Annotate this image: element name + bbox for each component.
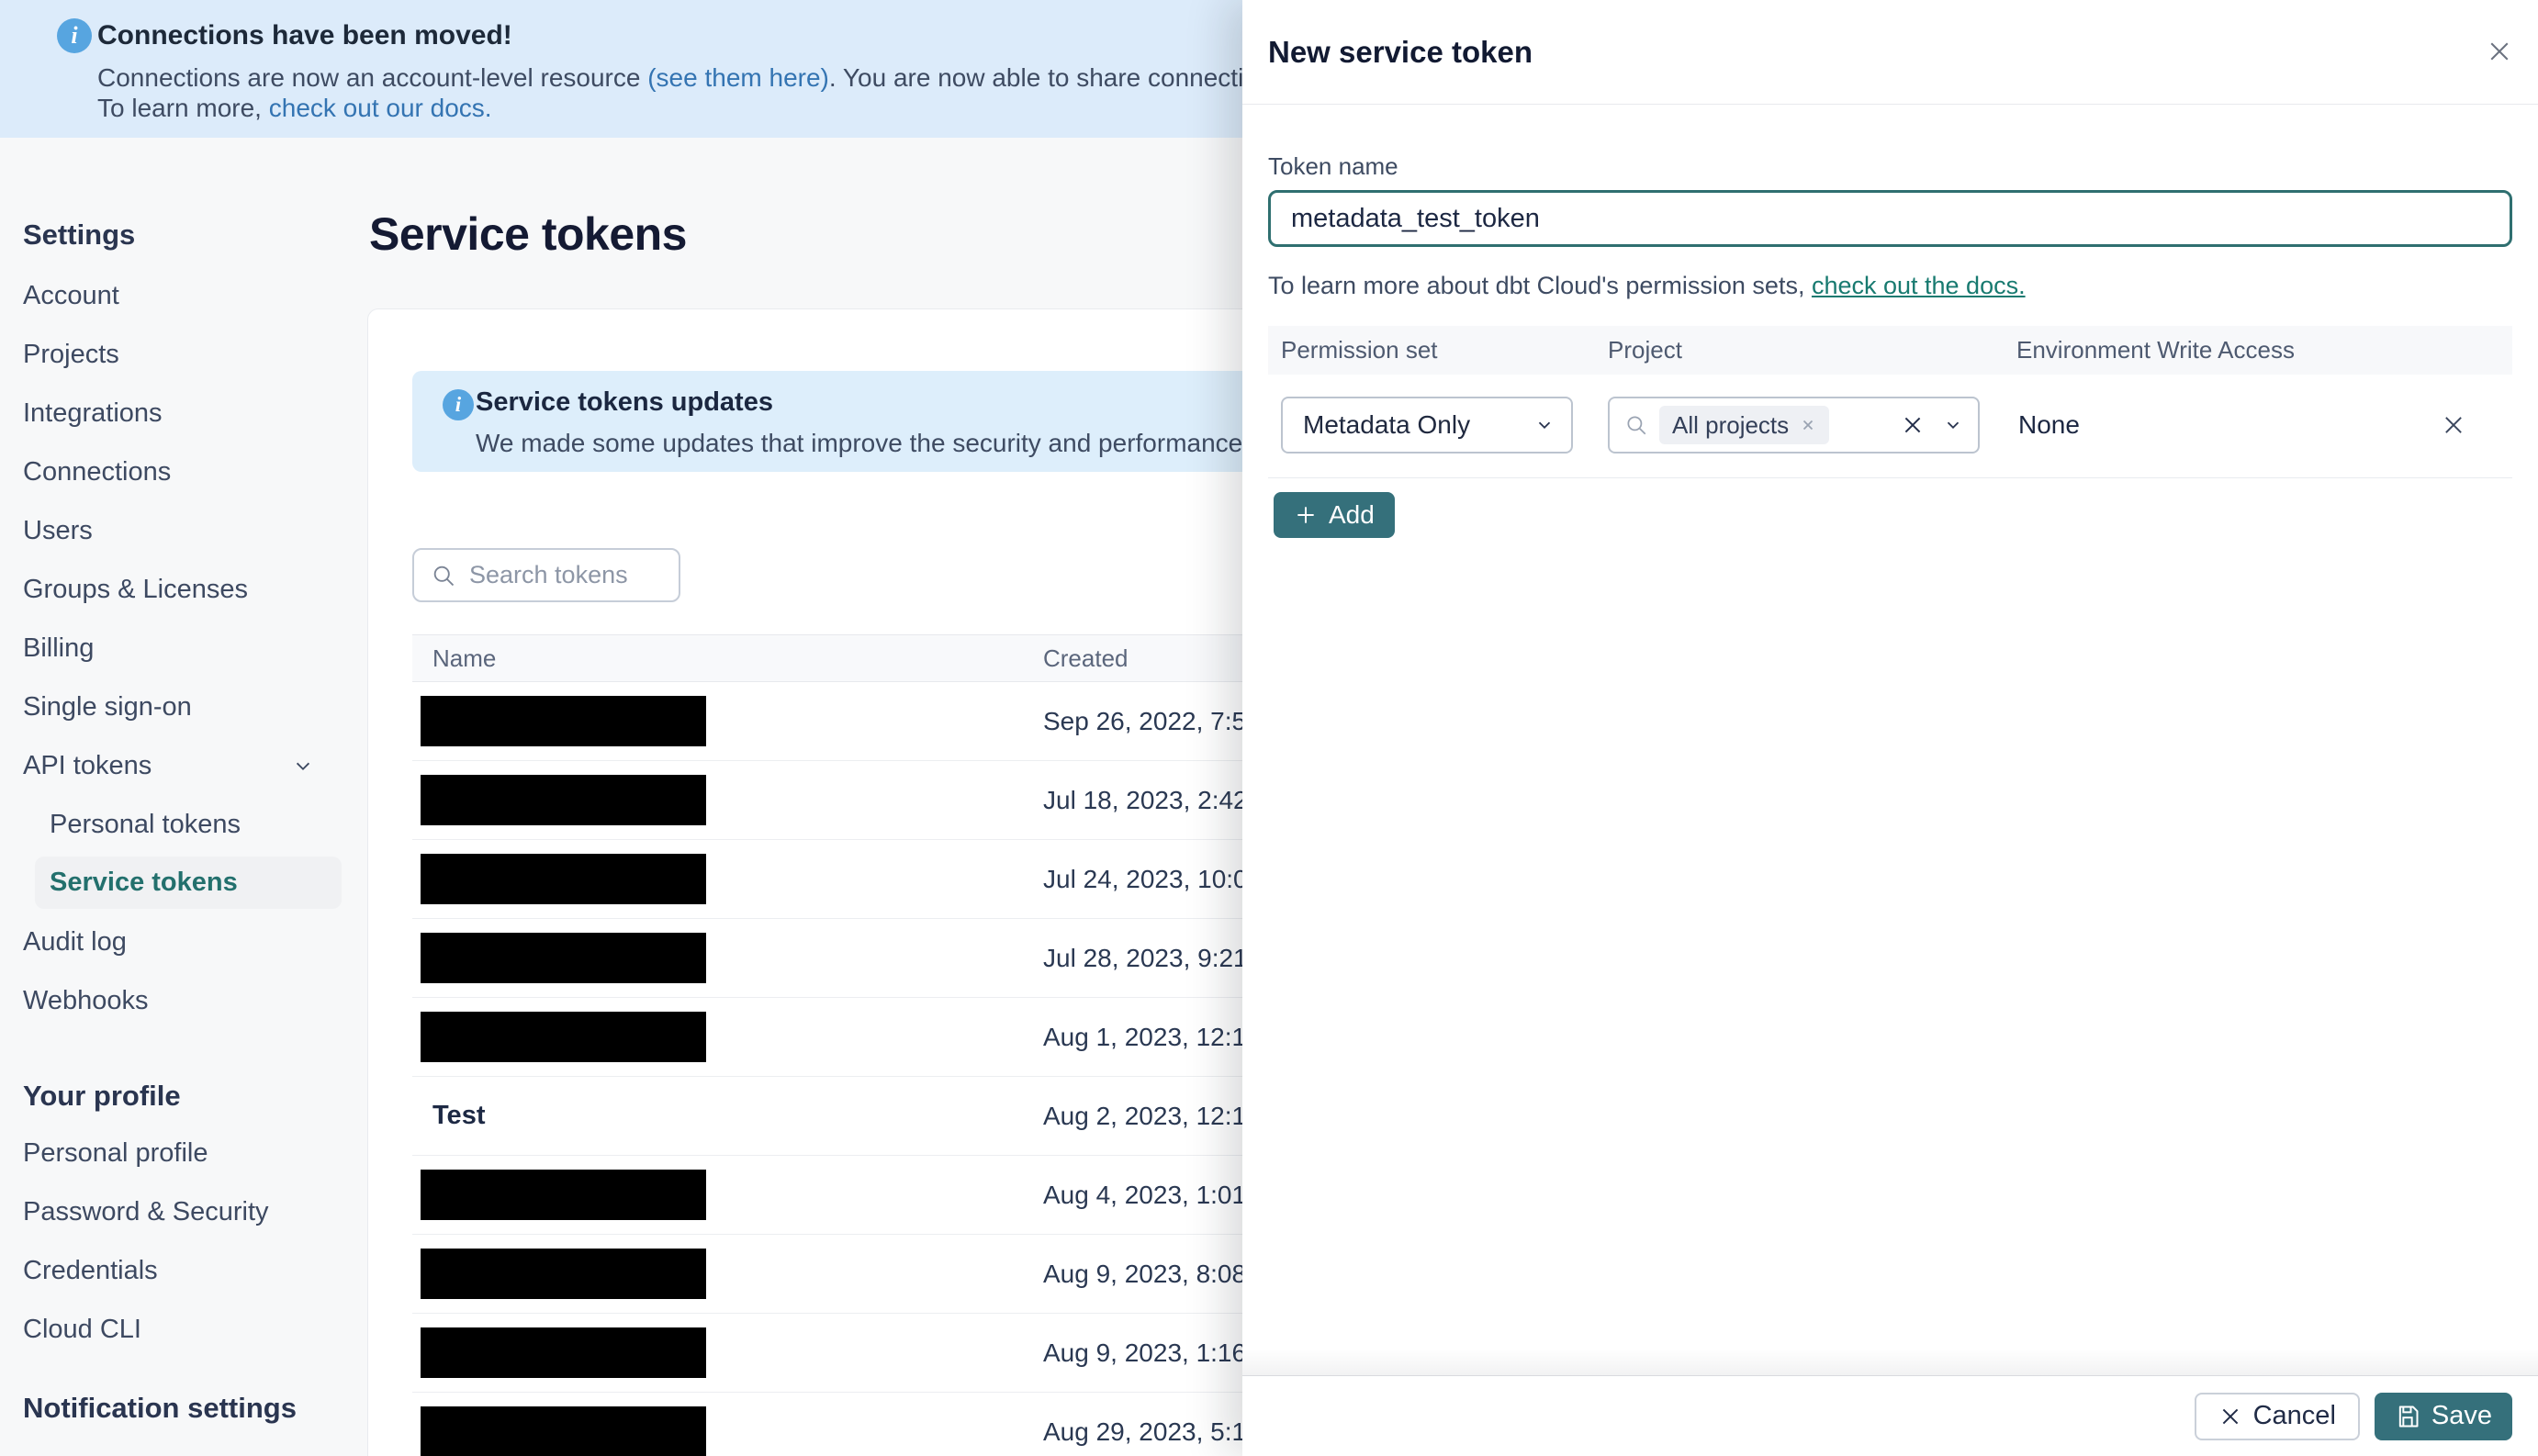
token-name-label: Token name [1268,152,1398,180]
sidebar-profile-list: Personal profile Password & Security Crede… [0,1124,367,1359]
environment-write-access-value: None [2018,410,2080,439]
sidebar-item-account[interactable]: Account [0,266,367,325]
panel-body: Token name To learn more about dbt Cloud… [1242,152,2538,538]
permission-set-select[interactable]: Metadata Only [1281,397,1573,454]
divider [1268,477,2512,478]
add-permission-button[interactable]: Add [1274,492,1395,538]
sidebar-item-users[interactable]: Users [0,501,367,560]
check-docs-link[interactable]: check out our docs. [269,94,492,122]
header-permission-set: Permission set [1281,336,1438,364]
permissions-grid-header: Permission set Project Environment Write… [1268,326,2512,375]
sidebar-item-cloud-cli[interactable]: Cloud CLI [0,1300,367,1359]
redacted-token-name [421,1327,706,1378]
redacted-token-name [421,1170,706,1220]
sidebar-nav-list: Account Projects Integrations Connections Us… [0,266,367,1030]
remove-permission-row-icon[interactable] [2441,412,2466,438]
redacted-token-name [421,775,706,825]
sidebar-item-billing[interactable]: Billing [0,619,367,678]
close-icon[interactable] [2477,29,2521,73]
redacted-token-name [421,1249,706,1299]
redacted-token-name [421,1012,706,1062]
panel-header: New service token [1242,0,2538,105]
header-environment-write-access: Environment Write Access [2016,336,2295,364]
check-out-docs-link[interactable]: check out the docs. [1812,272,2026,299]
sidebar-item-single-sign-on[interactable]: Single sign-on [0,678,367,736]
chevron-down-icon[interactable] [1943,415,1963,435]
sidebar-header-your-profile: Your profile [23,1080,181,1112]
sidebar-item-service-tokens[interactable]: Service tokens [0,857,367,909]
permission-row: Metadata Only All projects None [1268,397,2512,454]
info-icon: i [57,18,92,53]
sidebar-item-credentials[interactable]: Credentials [0,1241,367,1300]
token-name-input[interactable] [1268,190,2512,247]
sidebar-item-api-tokens[interactable]: API tokens [0,736,367,795]
sidebar-header-notification-settings: Notification settings [23,1392,297,1424]
see-them-here-link[interactable]: (see them here) [647,63,829,92]
sidebar-item-groups-licenses[interactable]: Groups & Licenses [0,560,367,619]
token-name: Test [432,1101,486,1130]
search-icon [1624,413,1648,437]
close-icon [2218,1405,2242,1428]
new-service-token-panel: New service token Token name To learn mo… [1242,0,2538,1456]
header-project: Project [1608,336,1682,364]
sidebar-item-personal-profile[interactable]: Personal profile [0,1124,367,1182]
redacted-token-name [421,1406,706,1456]
info-icon: i [443,389,474,420]
sidebar-item-projects[interactable]: Projects [0,325,367,384]
permission-docs-line: To learn more about dbt Cloud's permissi… [1268,272,2026,299]
sidebar-item-connections[interactable]: Connections [0,442,367,501]
redacted-token-name [421,696,706,746]
project-multiselect[interactable]: All projects [1608,397,1980,454]
redacted-token-name [421,933,706,983]
sidebar-item-password-security[interactable]: Password & Security [0,1182,367,1241]
panel-title: New service token [1268,34,1533,69]
screen: i Connections have been moved! Connectio… [0,0,2538,1456]
panel-footer: Cancel Save [1242,1349,2538,1456]
sidebar-item-webhooks[interactable]: Webhooks [0,971,367,1030]
chevron-down-icon [291,756,315,777]
settings-sidebar: Settings Account Projects Integrations Conn… [0,138,367,1456]
column-header-name: Name [432,644,497,672]
permission-set-value: Metadata Only [1303,410,1471,439]
chevron-down-icon [1534,415,1555,435]
clear-selection-icon[interactable] [1901,413,1925,437]
redacted-token-name [421,854,706,904]
search-tokens-box [412,548,680,602]
page-title: Service tokens [369,208,687,260]
save-button[interactable]: Save [2374,1392,2512,1440]
remove-tag-icon[interactable] [1800,417,1816,433]
sidebar-item-integrations[interactable]: Integrations [0,384,367,442]
cancel-button[interactable]: Cancel [2194,1392,2360,1440]
sidebar-item-audit-log[interactable]: Audit log [0,913,367,971]
plus-icon [1294,503,1318,527]
search-icon [431,563,456,588]
search-input[interactable] [469,561,666,589]
sidebar-header-settings: Settings [23,218,136,251]
project-tag-label: All projects [1672,410,1790,439]
save-disk-icon [2395,1404,2420,1429]
project-tag: All projects [1659,406,1830,444]
sidebar-item-personal-tokens[interactable]: Personal tokens [0,795,367,854]
